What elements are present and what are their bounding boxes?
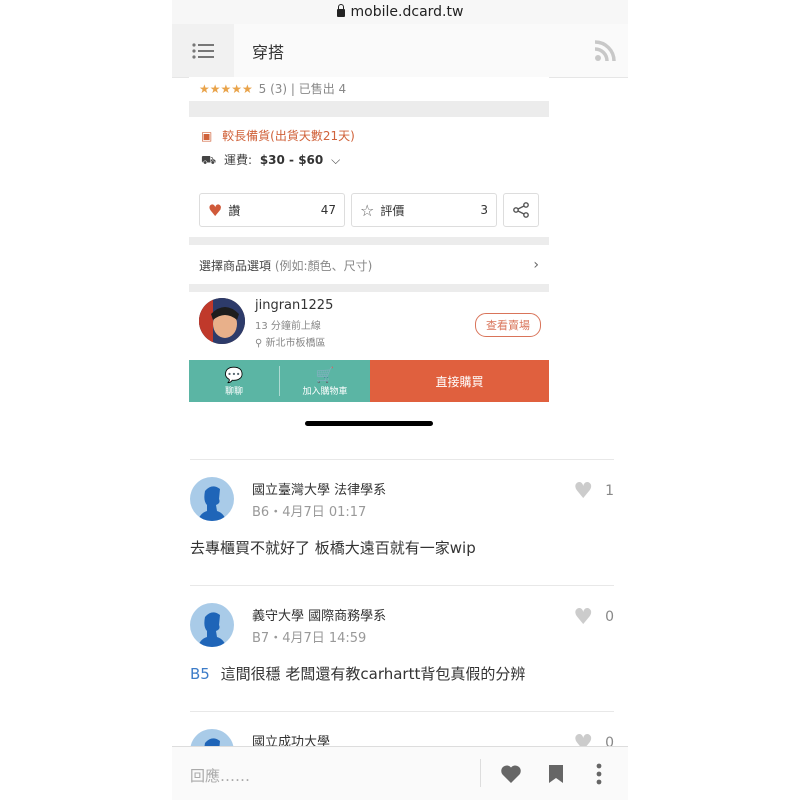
user-silhouette-icon <box>198 486 226 521</box>
bottom-action-bar: 回應…… <box>172 746 628 800</box>
comment-like-button[interactable]: ♥ 0 <box>564 604 614 630</box>
add-to-cart-button[interactable]: 🛒 加入購物車 <box>280 360 370 402</box>
chat-bubble-icon: 💬 <box>224 365 244 384</box>
seller-online: 13 分鐘前上線 <box>255 321 321 332</box>
review-label: 評價 <box>380 203 405 218</box>
rss-icon[interactable] <box>594 40 616 62</box>
divider <box>190 459 614 460</box>
chat-label: 聊聊 <box>224 386 243 397</box>
heart-icon: ♥ <box>573 478 594 504</box>
purchase-actions: 💬 聊聊 🛒 加入購物車 <box>189 360 370 402</box>
star-icon: ☆ <box>360 200 375 220</box>
comment-meta: B6・4月7日 01:17 <box>252 505 367 520</box>
comment-text: 去專櫃買不就好了 板橋大遠百就有一家wip <box>190 539 476 557</box>
shipping-row[interactable]: ⛟ 運費: $30 - $60 ⌵ <box>201 151 340 169</box>
comment-body: 去專櫃買不就好了 板橋大遠百就有一家wip <box>190 537 476 558</box>
divider-band <box>189 101 549 117</box>
heart-icon: ♥ <box>573 604 594 630</box>
divider <box>190 585 614 586</box>
divider <box>480 759 481 787</box>
seller-avatar-image <box>199 298 245 344</box>
lock-icon <box>336 4 345 17</box>
bookmark-icon[interactable] <box>548 764 564 784</box>
shipping-label: 運費: <box>223 153 252 167</box>
rating: ★★★★★ 5 (3) | 已售出 4 <box>199 80 346 97</box>
commenter-school[interactable]: 義守大學 國際商務學系 <box>252 605 386 624</box>
comment-meta: B7・4月7日 14:59 <box>252 631 367 646</box>
star-rating-icon: ★★★★★ <box>199 82 253 96</box>
like-count: 47 <box>320 203 336 217</box>
seller-avatar[interactable] <box>199 298 245 344</box>
shipping-value: $30 - $60 <box>259 153 324 167</box>
purchase-bar: 💬 聊聊 🛒 加入購物車 直接購買 <box>189 360 549 402</box>
heart-icon: ♥ <box>208 200 223 220</box>
comment-body: B5 這間很穩 老闆還有教carhartt背包真假的分辨 <box>190 663 525 684</box>
comment-item: 義守大學 國際商務學系 B7・4月7日 14:59 ♥ 0 B5 這間很穩 老闆… <box>190 603 614 711</box>
comment-like-count: 1 <box>605 483 614 499</box>
like-button[interactable]: ♥ 讚 47 <box>199 193 345 227</box>
comment-like-button[interactable]: ♥ 1 <box>564 478 614 504</box>
cart-label: 加入購物車 <box>302 386 348 397</box>
seller-info: jingran1225 13 分鐘前上線 ⚲ 新北市板橋區 查看賣場 <box>189 292 549 360</box>
like-label: 讚 <box>228 203 241 218</box>
chevron-right-icon: › <box>533 257 539 273</box>
comment-item: 國立臺灣大學 法律學系 B6・4月7日 01:17 ♥ 1 去專櫃買不就好了 板… <box>190 477 614 585</box>
view-store-button[interactable]: 查看賣場 <box>475 313 541 337</box>
review-count: 3 <box>480 203 488 217</box>
user-avatar[interactable] <box>190 603 234 647</box>
seller-name[interactable]: jingran1225 <box>255 298 333 313</box>
share-icon <box>513 202 529 218</box>
heart-icon[interactable] <box>500 764 522 784</box>
menu-button[interactable] <box>172 24 234 77</box>
chat-button[interactable]: 💬 聊聊 <box>189 360 279 402</box>
review-button[interactable]: ☆ 評價 3 <box>351 193 497 227</box>
list-menu-icon <box>192 42 214 59</box>
user-avatar[interactable] <box>190 477 234 521</box>
cart-icon: 🛒 <box>315 365 335 384</box>
truck-icon: ⛟ <box>201 153 217 167</box>
divider <box>190 711 614 712</box>
forum-title: 穿搭 <box>252 42 285 62</box>
ship-warning: ▣ 較長備貨(出貨天數21天) <box>201 127 355 144</box>
commenter-school[interactable]: 國立臺灣大學 法律學系 <box>252 479 386 498</box>
options-label: 選擇商品選項 <box>199 258 272 273</box>
select-options-row[interactable]: 選擇商品選項 (例如:顏色、尺寸) › <box>189 247 549 283</box>
rating-text: 5 (3) | 已售出 4 <box>258 82 347 96</box>
divider-band <box>189 237 549 245</box>
options-hint: (例如:顏色、尺寸) <box>274 258 373 273</box>
seller-location-text: 新北市板橋區 <box>265 338 326 349</box>
divider-band <box>189 284 549 292</box>
buy-now-button[interactable]: 直接購買 <box>370 360 549 402</box>
floor-reference[interactable]: B5 <box>190 665 210 683</box>
url-bar[interactable]: mobile.dcard.tw <box>172 0 628 24</box>
embedded-product-screenshot: ★★★★★ 5 (3) | 已售出 4 ▣ 較長備貨(出貨天數21天) ⛟ 運費… <box>189 77 549 404</box>
app-header: 穿搭 <box>172 24 628 78</box>
calendar-icon: ▣ <box>201 129 213 143</box>
location-pin-icon: ⚲ <box>255 338 263 349</box>
ship-warning-text: 較長備貨(出貨天數21天) <box>222 129 355 143</box>
reply-input[interactable]: 回應…… <box>190 765 250 786</box>
chevron-down-icon: ⌵ <box>331 153 341 167</box>
user-silhouette-icon <box>198 612 226 647</box>
url-text: mobile.dcard.tw <box>350 4 464 20</box>
home-indicator <box>305 421 433 426</box>
more-vertical-icon[interactable] <box>596 763 602 785</box>
mobile-frame: mobile.dcard.tw 穿搭 ★★★★★ 5 (3) | 已售出 4 ▣… <box>172 0 628 800</box>
share-button[interactable] <box>503 193 539 227</box>
comment-text: 這間很穩 老闆還有教carhartt背包真假的分辨 <box>220 665 526 683</box>
comment-like-count: 0 <box>605 609 614 625</box>
seller-location: ⚲ 新北市板橋區 <box>255 334 326 349</box>
